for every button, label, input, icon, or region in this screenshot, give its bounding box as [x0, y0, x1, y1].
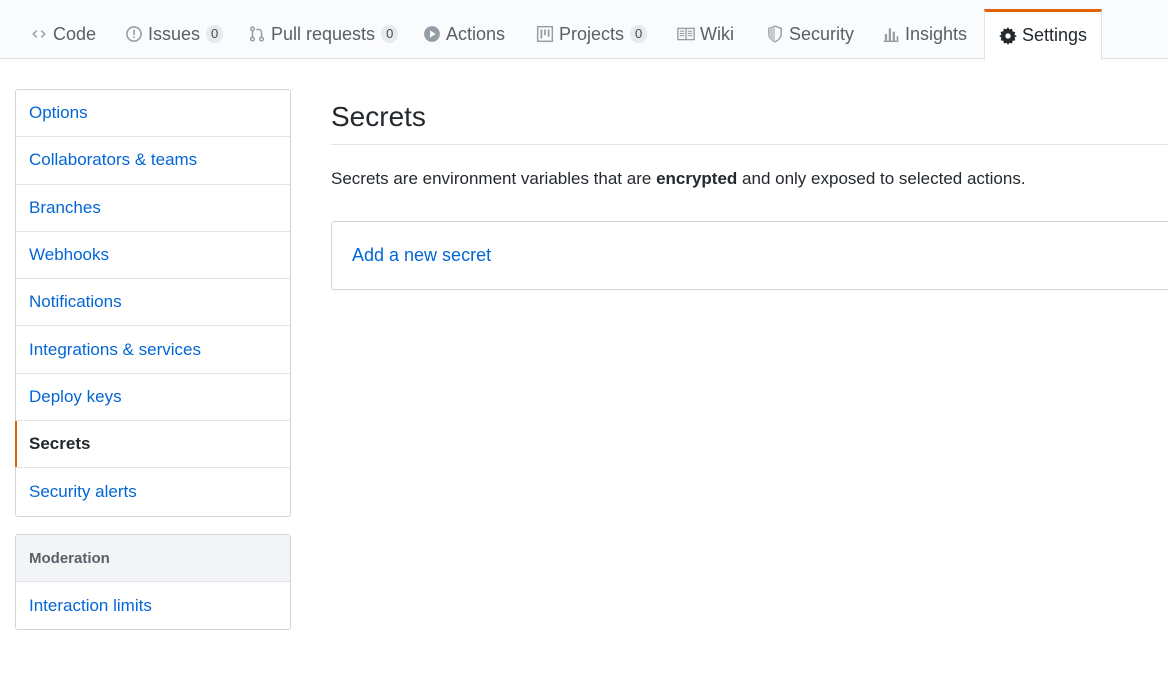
code-icon	[30, 25, 48, 43]
graph-icon	[882, 25, 900, 43]
tab-label: Pull requests	[271, 24, 375, 45]
tab-label: Projects	[559, 24, 624, 45]
tab-label: Code	[53, 24, 96, 45]
tab-label: Issues	[148, 24, 200, 45]
sidebar-item-security-alerts[interactable]: Security alerts	[16, 468, 290, 515]
tab-label: Wiki	[700, 24, 734, 45]
sidebar-item-options[interactable]: Options	[16, 90, 290, 137]
pull-request-icon	[248, 25, 266, 43]
sidebar-item-interaction-limits[interactable]: Interaction limits	[16, 582, 290, 629]
tab-security[interactable]: Security	[766, 9, 854, 59]
description-text-end: and only exposed to selected actions.	[737, 169, 1025, 188]
pull-requests-count-badge: 0	[381, 25, 398, 43]
tab-actions[interactable]: Actions	[423, 9, 505, 59]
tab-issues[interactable]: Issues 0	[125, 9, 223, 59]
add-secret-box: Add a new secret	[331, 221, 1168, 290]
moderation-sidebar-menu: Moderation Interaction limits	[15, 534, 291, 630]
book-icon	[677, 25, 695, 43]
tab-label: Security	[789, 24, 854, 45]
play-icon	[423, 25, 441, 43]
secrets-main-panel: Secrets Secrets are environment variable…	[331, 89, 1168, 290]
tab-label: Insights	[905, 24, 967, 45]
tab-code[interactable]: Code	[30, 9, 96, 59]
sidebar-item-collaborators-teams[interactable]: Collaborators & teams	[16, 137, 290, 184]
description-emphasis: encrypted	[656, 169, 737, 188]
tab-pull-requests[interactable]: Pull requests 0	[248, 9, 398, 59]
tab-label: Actions	[446, 24, 505, 45]
page-subhead: Secrets	[331, 89, 1168, 145]
add-new-secret-link[interactable]: Add a new secret	[352, 245, 491, 266]
moderation-heading: Moderation	[16, 535, 290, 582]
tab-projects[interactable]: Projects 0	[536, 9, 647, 59]
tab-wiki[interactable]: Wiki	[677, 9, 734, 59]
sidebar-item-secrets[interactable]: Secrets	[16, 421, 290, 468]
issues-count-badge: 0	[206, 25, 223, 43]
shield-icon	[766, 25, 784, 43]
issue-icon	[125, 25, 143, 43]
repo-nav-tabs: Code Issues 0 Pull requests 0 Actions Pr…	[0, 0, 1168, 59]
settings-sidebar-menu: Options Collaborators & teams Branches W…	[15, 89, 291, 517]
sidebar-item-deploy-keys[interactable]: Deploy keys	[16, 374, 290, 421]
project-icon	[536, 25, 554, 43]
sidebar-item-integrations-services[interactable]: Integrations & services	[16, 326, 290, 373]
gear-icon	[999, 27, 1017, 45]
page-title: Secrets	[331, 101, 426, 133]
sidebar-item-branches[interactable]: Branches	[16, 185, 290, 232]
description-text-start: Secrets are environment variables that a…	[331, 169, 656, 188]
sidebar-item-webhooks[interactable]: Webhooks	[16, 232, 290, 279]
tab-settings[interactable]: Settings	[984, 9, 1102, 60]
tab-insights[interactable]: Insights	[882, 9, 967, 59]
secrets-description: Secrets are environment variables that a…	[331, 169, 1168, 189]
sidebar-item-notifications[interactable]: Notifications	[16, 279, 290, 326]
tab-label: Settings	[1022, 25, 1087, 46]
projects-count-badge: 0	[630, 25, 647, 43]
